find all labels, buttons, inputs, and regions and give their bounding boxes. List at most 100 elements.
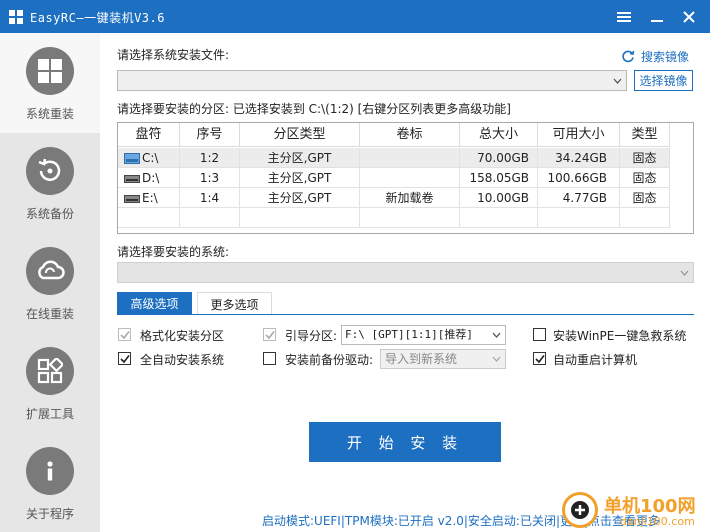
sidebar-item-extension-tools[interactable]: 扩展工具 — [0, 333, 100, 433]
file-label: 请选择系统安装文件: — [117, 48, 230, 62]
close-button[interactable] — [678, 6, 700, 28]
boot-partition-select[interactable]: F:\ [GPT][1:1][推荐] — [341, 325, 506, 345]
tab-divider — [117, 314, 694, 315]
cloud-icon — [38, 260, 65, 280]
checkmark-icon — [120, 355, 130, 364]
total-size-cell: 70.00GB — [460, 148, 538, 168]
drive-icon — [124, 175, 140, 183]
tab-advanced-options[interactable]: 高级选项 — [117, 292, 192, 315]
sidebar-item-label: 系统重装 — [25, 107, 74, 121]
column-header[interactable]: 可用大小 — [538, 123, 620, 147]
backup-driver-label: 安装前备份驱动: — [285, 353, 374, 367]
disk-type-cell: 固态 — [620, 148, 670, 168]
free-size-cell: 100.66GB — [538, 168, 620, 188]
window-title: EasyRC—一键装机V3.6 — [30, 11, 165, 25]
info-icon — [47, 461, 53, 481]
sidebar-item-label: 扩展工具 — [25, 407, 74, 421]
refresh-icon — [622, 50, 635, 63]
total-size-cell: 158.05GB — [460, 168, 538, 188]
watermark-logo: 单机100网 danji100.com — [560, 488, 710, 532]
close-icon — [683, 11, 695, 23]
watermark-sub: danji100.com — [620, 515, 695, 528]
main-panel: 请选择系统安装文件: 搜索镜像 选择镜像 请选择要安装的分区: 已选择安装到 C… — [100, 33, 710, 532]
free-size-cell: 4.77GB — [538, 188, 620, 208]
system-label: 请选择要安装的系统: — [117, 245, 230, 259]
sidebar-item-label: 关于程序 — [25, 507, 74, 521]
ptype-cell: 主分区,GPT — [240, 168, 360, 188]
watermark-icon — [571, 501, 589, 519]
ptype-cell: 主分区,GPT — [240, 188, 360, 208]
boot-partition-value: F:\ [GPT][1:1][推荐] — [345, 328, 473, 341]
partition-table: 盘符 序号 分区类型 卷标 总大小 可用大小 类型 C:\ 1:2 主分区,GP… — [117, 122, 694, 234]
format-partition-label: 格式化安装分区 — [140, 329, 225, 343]
sidebar-item-system-reinstall[interactable]: 系统重装 — [0, 33, 100, 133]
volume-cell — [360, 168, 460, 188]
index-cell: 1:2 — [180, 148, 240, 168]
column-header[interactable]: 盘符 — [118, 123, 180, 147]
index-cell: 1:4 — [180, 188, 240, 208]
ptype-cell: 主分区,GPT — [240, 148, 360, 168]
minimize-button[interactable] — [646, 6, 668, 28]
search-image-label: 搜索镜像 — [641, 50, 690, 64]
sidebar-item-online-reinstall[interactable]: 在线重装 — [0, 233, 100, 333]
search-image-link[interactable]: 搜索镜像 — [621, 48, 689, 65]
select-image-button[interactable]: 选择镜像 — [634, 70, 693, 91]
chevron-down-icon — [492, 332, 501, 338]
column-header[interactable]: 卷标 — [360, 123, 460, 147]
tab-more-options[interactable]: 更多选项 — [197, 292, 272, 315]
checkmark-icon — [120, 331, 130, 340]
sidebar-item-label: 在线重装 — [25, 307, 74, 321]
boot-partition-checkbox[interactable] — [263, 328, 276, 341]
chevron-down-icon — [680, 270, 689, 276]
backup-driver-select[interactable]: 导入到新系统 — [380, 349, 506, 369]
checkmark-icon — [265, 331, 275, 340]
column-header[interactable]: 总大小 — [460, 123, 538, 147]
table-row[interactable]: E:\ 1:4 主分区,GPT 新加载卷 10.00GB 4.77GB 固态 — [118, 188, 670, 208]
auto-restart-checkbox[interactable] — [533, 352, 546, 365]
checkmark-icon — [535, 355, 545, 364]
grid-icon — [37, 358, 63, 384]
auto-install-label: 全自动安装系统 — [140, 353, 225, 367]
partition-label: 请选择要安装的分区: 已选择安装到 C:\(1:2) [右键分区列表更多高级功能… — [117, 102, 511, 116]
start-install-button[interactable]: 开 始 安 装 — [309, 422, 501, 462]
system-select[interactable] — [117, 262, 694, 283]
windows-icon — [38, 59, 62, 83]
column-header[interactable]: 分区类型 — [240, 123, 360, 147]
table-row — [118, 208, 670, 228]
sidebar-item-system-backup[interactable]: 系统备份 — [0, 133, 100, 233]
chevron-down-icon — [492, 356, 501, 362]
backup-driver-checkbox[interactable] — [263, 352, 276, 365]
column-header[interactable]: 类型 — [620, 123, 670, 147]
app-logo-icon — [9, 10, 23, 24]
free-size-cell: 34.24GB — [538, 148, 620, 168]
title-bar: EasyRC—一键装机V3.6 — [0, 0, 710, 33]
drive-cell: D:\ — [118, 168, 180, 188]
boot-partition-label: 引导分区: — [285, 329, 338, 343]
sidebar: 系统重装 系统备份 在线重装 扩展工具 关于程序 — [0, 33, 100, 532]
index-cell: 1:3 — [180, 168, 240, 188]
minimize-icon — [651, 20, 663, 22]
drive-cell: E:\ — [118, 188, 180, 208]
format-partition-checkbox[interactable] — [118, 328, 131, 341]
column-header[interactable]: 序号 — [180, 123, 240, 147]
table-row[interactable]: D:\ 1:3 主分区,GPT 158.05GB 100.66GB 固态 — [118, 168, 670, 188]
sidebar-item-label: 系统备份 — [25, 207, 74, 221]
menu-button[interactable] — [613, 6, 635, 28]
menu-icon — [617, 12, 631, 22]
volume-cell — [360, 148, 460, 168]
sidebar-item-about[interactable]: 关于程序 — [0, 433, 100, 532]
winpe-checkbox[interactable] — [533, 328, 546, 341]
table-row[interactable]: C:\ 1:2 主分区,GPT 70.00GB 34.24GB 固态 — [118, 148, 670, 168]
volume-cell: 新加载卷 — [360, 188, 460, 208]
drive-icon — [124, 195, 140, 203]
auto-restart-label: 自动重启计算机 — [553, 353, 638, 367]
winpe-label: 安装WinPE一键急救系统 — [553, 329, 687, 343]
backup-icon — [38, 158, 61, 181]
backup-driver-value: 导入到新系统 — [385, 352, 458, 366]
auto-install-checkbox[interactable] — [118, 352, 131, 365]
disk-type-cell: 固态 — [620, 168, 670, 188]
drive-icon — [124, 153, 140, 164]
chevron-down-icon — [613, 78, 622, 84]
image-file-select[interactable] — [117, 70, 627, 91]
disk-type-cell: 固态 — [620, 188, 670, 208]
